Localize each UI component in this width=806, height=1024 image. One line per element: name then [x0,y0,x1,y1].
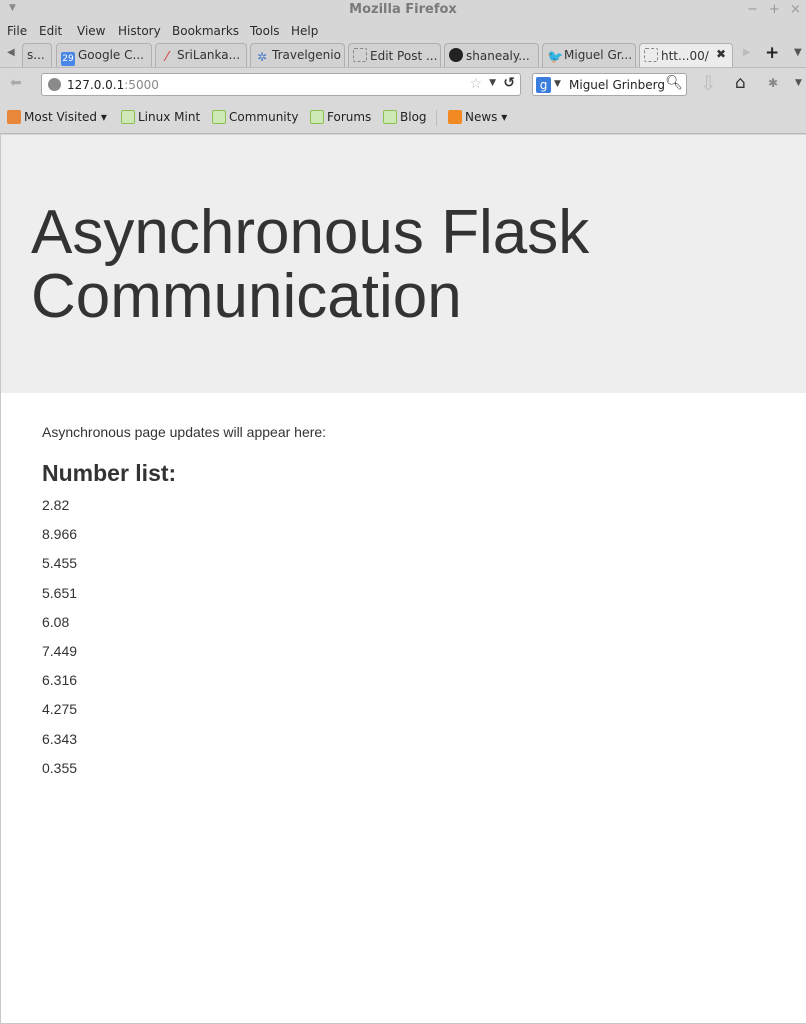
menu-bookmarks[interactable]: Bookmarks [172,24,239,38]
scroll-tabs-right-icon[interactable]: ▶ [743,47,751,58]
tab-label: Travelgenio [272,48,341,62]
page-heading: Asynchronous Flask Communication [31,198,590,331]
tab-edit-post[interactable]: Edit Post ... [348,43,441,67]
tab-github[interactable]: shanealy... [444,43,539,67]
search-bar[interactable]: g ▼ Miguel Grinberg 🔍︎ [532,73,687,96]
twitter-icon: 🐦 [547,50,564,65]
back-button[interactable]: ⬅ [10,75,22,91]
search-icon[interactable]: 🔍︎ [665,75,683,91]
bookmark-forums[interactable]: Forums [310,110,371,124]
bookmark-blog[interactable]: Blog [383,110,427,124]
bookmarks-separator [436,110,437,126]
navigation-bar: ⬅ 127.0.0.1:5000 ☆ ▼ ↺ g ▼ Miguel Grinbe… [0,68,806,102]
tab-bar: ◀ s... 29 Google C... ⁄ SriLanka... ✲ Trave… [0,42,806,68]
tab-1[interactable]: s... [22,43,52,67]
bookmark-label: Blog [400,110,427,124]
addon-icon[interactable]: ✱ [768,76,778,90]
menu-bar: File Edit View History Bookmarks Tools H… [0,22,806,42]
number-item: 7.449 [42,642,78,659]
home-icon[interactable]: ⌂ [735,73,746,93]
url-history-dropdown-icon[interactable]: ▼ [489,78,496,88]
browser-window: ▼ Mozilla Firefox − + × File Edit View H… [0,0,806,1024]
bookmark-news[interactable]: News ▾ [448,110,507,124]
tab-twitter[interactable]: 🐦Miguel Gr... [542,43,636,67]
tab-label: Miguel Gr... [564,48,633,62]
mint-icon [212,110,226,124]
downloads-icon[interactable]: ⇩ [700,71,717,95]
number-item: 6.316 [42,672,78,689]
github-icon [449,48,463,62]
maximize-button[interactable]: + [769,2,780,17]
number-item: 4.275 [42,701,78,718]
search-input[interactable]: Miguel Grinberg [569,78,665,92]
mint-icon [383,110,397,124]
srilanka-icon: ⁄ [165,50,169,65]
bookmark-label: Community [229,110,299,124]
intro-text: Asynchronous page updates will appear he… [42,424,327,440]
scroll-tabs-left-icon[interactable]: ◀ [7,47,15,58]
number-item: 6.343 [42,730,78,747]
number-list: 2.82 8.966 5.455 5.651 6.08 7.449 6.316 … [42,497,77,789]
close-tab-icon[interactable]: ✖ [716,47,726,61]
tab-srilanka[interactable]: ⁄ SriLanka... [155,43,247,67]
tab-label: SriLanka... [177,48,241,62]
bookmark-most-visited[interactable]: Most Visited ▾ [7,110,107,124]
mint-icon [121,110,135,124]
bookmarks-toolbar: Most Visited ▾ Linux Mint Community Foru… [0,102,806,134]
window-title: Mozilla Firefox [349,2,457,17]
menu-help[interactable]: Help [291,24,318,38]
number-item: 0.355 [42,759,78,776]
new-tab-button[interactable]: + [765,43,779,63]
list-all-tabs-icon[interactable]: ▼ [794,47,802,58]
tab-label: s... [27,48,45,62]
close-window-button[interactable]: × [790,2,801,17]
menu-history[interactable]: History [118,24,161,38]
tab-google-calendar[interactable]: 29 Google C... [56,43,152,67]
bookmark-label: Linux Mint [138,110,201,124]
bookmark-label: News ▾ [465,110,508,124]
url-text: 127.0.0.1:5000 [67,78,159,92]
bookmark-linux-mint[interactable]: Linux Mint [121,110,200,124]
tab-label: htt...00/ [661,49,709,63]
search-engine-dropdown-icon[interactable]: ▼ [554,79,561,89]
jumbotron: Asynchronous Flask Communication [1,135,806,393]
url-bar[interactable]: 127.0.0.1:5000 ☆ ▼ ↺ [41,73,521,96]
tab-travelgenio[interactable]: ✲ Travelgenio [250,43,345,67]
url-host: 127.0.0.1 [67,78,125,92]
menu-edit[interactable]: Edit [39,24,62,38]
tab-label: Google C... [78,48,144,62]
menu-file[interactable]: File [7,24,27,38]
toolbar-overflow-icon[interactable]: ▼ [795,78,802,88]
minimize-button[interactable]: − [747,2,758,17]
bookmark-star-icon[interactable]: ☆ [469,76,482,92]
blank-page-icon [644,48,658,62]
number-item: 5.651 [42,584,78,601]
mint-icon [310,110,324,124]
number-item: 6.08 [42,613,70,630]
number-item: 2.82 [42,497,70,513]
rss-icon [448,110,462,124]
url-port: :5000 [124,78,159,92]
title-bar: ▼ Mozilla Firefox − + × [0,0,806,22]
number-item: 8.966 [42,526,78,543]
travelgenio-icon: ✲ [256,50,268,64]
blank-page-icon [353,48,367,62]
globe-icon [48,78,61,91]
page-content: Asynchronous Flask Communication Asynchr… [0,135,806,1024]
tab-label: Edit Post ... [370,49,438,63]
tab-active-localhost[interactable]: htt...00/ ✖ [639,43,733,67]
google-calendar-icon: 29 [61,52,75,66]
bookmark-community[interactable]: Community [212,110,298,124]
menu-tools[interactable]: Tools [250,24,280,38]
folder-icon [7,110,21,124]
number-item: 5.455 [42,555,78,572]
reload-icon[interactable]: ↺ [503,75,515,91]
google-search-engine-icon[interactable]: g [536,77,551,93]
bookmark-label: Forums [327,110,372,124]
tab-label: shanealy... [466,49,530,63]
number-list-title: Number list: [42,460,177,486]
menu-view[interactable]: View [77,24,105,38]
bookmark-label: Most Visited ▾ [24,110,107,124]
